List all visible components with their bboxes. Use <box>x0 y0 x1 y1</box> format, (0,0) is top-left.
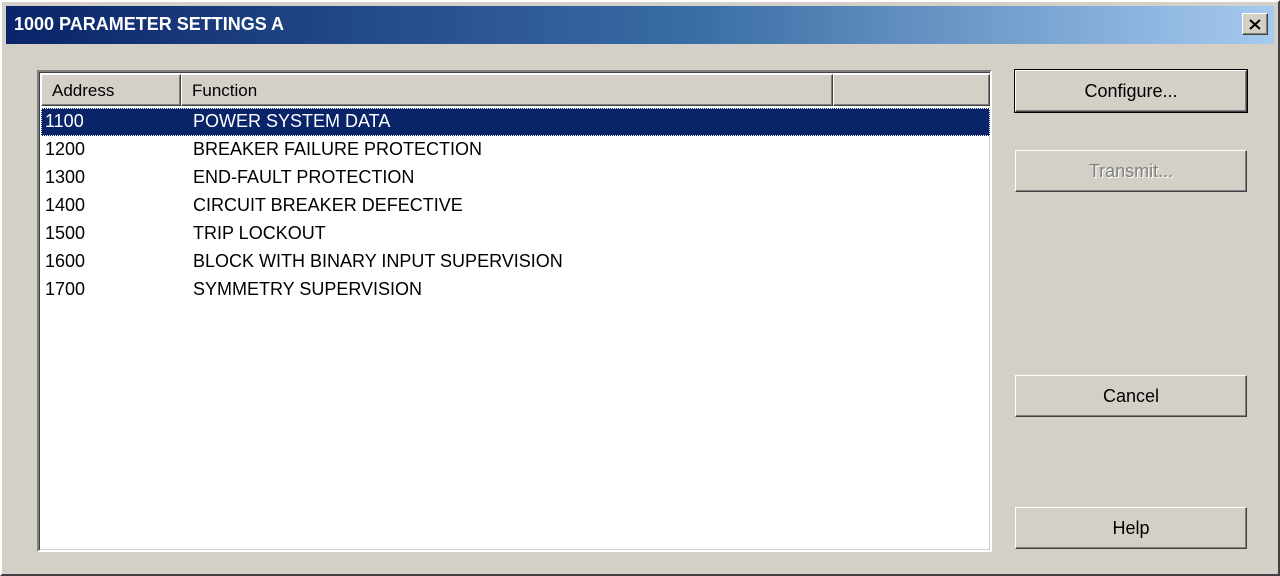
row-address: 1400 <box>45 195 86 215</box>
column-header-extra[interactable] <box>833 74 990 106</box>
row-function: CIRCUIT BREAKER DEFECTIVE <box>193 195 463 215</box>
row-address: 1300 <box>45 167 86 187</box>
list-row-1500[interactable]: 1500 TRIP LOCKOUT <box>41 220 990 248</box>
row-function: BREAKER FAILURE PROTECTION <box>193 139 483 159</box>
list-row-1700[interactable]: 1700 SYMMETRY SUPERVISION <box>41 276 990 304</box>
list-rows: 1100 POWER SYSTEM DATA 1200 BREAKER FAIL… <box>41 108 990 304</box>
dialog-window: 1000 PARAMETER SETTINGS A Address Functi… <box>0 0 1280 576</box>
list-row-1400[interactable]: 1400 CIRCUIT BREAKER DEFECTIVE <box>41 192 990 220</box>
list-row-1100[interactable]: 1100 POWER SYSTEM DATA <box>41 108 990 136</box>
column-header-address[interactable]: Address <box>41 74 181 106</box>
row-address: 1100 <box>45 111 84 131</box>
cancel-button[interactable]: Cancel <box>1015 375 1247 417</box>
list-row-1200[interactable]: 1200 BREAKER FAILURE PROTECTION <box>41 136 990 164</box>
title-bar[interactable]: 1000 PARAMETER SETTINGS A <box>6 6 1274 44</box>
close-button[interactable] <box>1242 13 1268 35</box>
row-function: POWER SYSTEM DATA <box>193 111 391 131</box>
row-function: TRIP LOCKOUT <box>193 223 326 243</box>
list-row-1600[interactable]: 1600 BLOCK WITH BINARY INPUT SUPERVISION <box>41 248 990 276</box>
column-header-function[interactable]: Function <box>181 74 833 106</box>
list-header: Address Function <box>41 74 990 106</box>
row-function: END-FAULT PROTECTION <box>193 167 415 187</box>
close-icon <box>1249 18 1261 30</box>
list-row-1300[interactable]: 1300 END-FAULT PROTECTION <box>41 164 990 192</box>
row-function: BLOCK WITH BINARY INPUT SUPERVISION <box>193 251 563 271</box>
row-address: 1200 <box>45 139 86 159</box>
transmit-button[interactable]: Transmit... <box>1015 150 1247 192</box>
row-function: SYMMETRY SUPERVISION <box>193 279 423 299</box>
row-address: 1700 <box>45 279 86 299</box>
help-button[interactable]: Help <box>1015 507 1247 549</box>
parameter-list[interactable]: Address Function 1100 POWER SYSTEM DATA … <box>37 70 992 552</box>
configure-button[interactable]: Configure... <box>1014 69 1248 113</box>
row-address: 1600 <box>45 251 86 271</box>
row-address: 1500 <box>45 223 86 243</box>
window-title: 1000 PARAMETER SETTINGS A <box>14 14 285 34</box>
